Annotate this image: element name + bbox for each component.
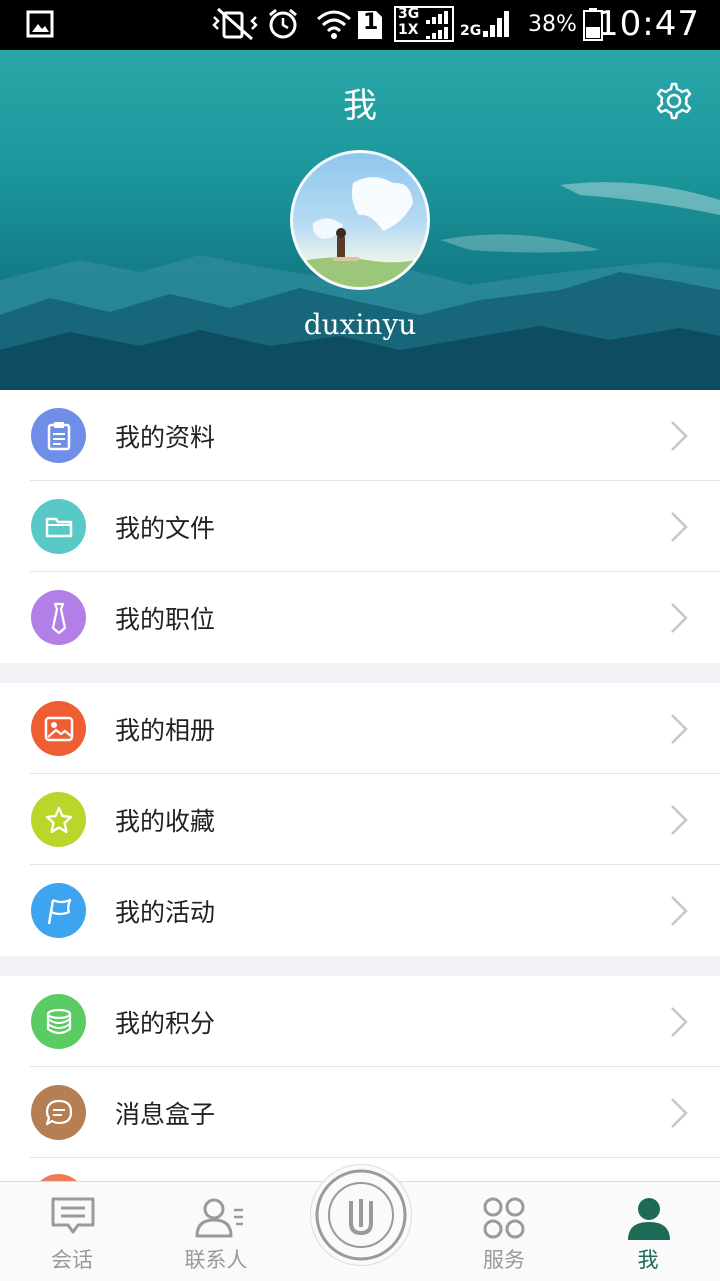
university-logo-icon[interactable]	[310, 1164, 412, 1266]
folder-icon	[31, 499, 86, 554]
star-icon	[31, 792, 86, 847]
clipboard-icon	[31, 408, 86, 463]
chevron-right-icon	[671, 1007, 688, 1037]
tie-icon	[31, 590, 86, 645]
section-gap	[0, 663, 720, 683]
signal-icon: 2G	[460, 6, 511, 42]
section-gap	[0, 956, 720, 976]
menu-group-2: 我的相册 我的收藏 我的活动	[0, 683, 720, 956]
menu-item-album[interactable]: 我的相册	[0, 683, 720, 774]
menu-group-3: 我的积分 消息盒子	[0, 976, 720, 1229]
alarm-icon	[266, 6, 300, 42]
chat-icon	[51, 1197, 95, 1234]
network-2g-label: 2G	[460, 23, 482, 39]
menu-label: 我的积分	[115, 1009, 216, 1038]
contacts-icon	[195, 1198, 243, 1238]
menu-label: 消息盒子	[115, 1100, 216, 1129]
menu-item-messages[interactable]: 消息盒子	[0, 1067, 720, 1158]
nav-label: 我	[637, 1248, 659, 1272]
menu-item-files[interactable]: 我的文件	[0, 481, 720, 572]
chevron-right-icon	[671, 896, 688, 926]
sim-number: 1	[363, 10, 379, 35]
nav-label: 服务	[483, 1248, 525, 1272]
message-icon	[31, 1085, 86, 1140]
menu-label: 我的收藏	[115, 807, 216, 836]
chevron-right-icon	[671, 714, 688, 744]
wifi-icon	[314, 6, 354, 42]
menu-label: 我的文件	[115, 514, 216, 543]
network-3g-label: 3G	[398, 6, 420, 22]
menu-label: 我的活动	[115, 898, 216, 927]
nav-tab-me[interactable]: 我	[598, 1182, 698, 1281]
gear-icon[interactable]	[650, 80, 694, 124]
menu-group-1: 我的资料 我的文件 我的职位	[0, 390, 720, 663]
menu-item-profile[interactable]: 我的资料	[0, 390, 720, 481]
username: duxinyu	[303, 308, 417, 341]
menu-item-favorites[interactable]: 我的收藏	[0, 774, 720, 865]
bottom-nav: 会话 联系人 服务 我	[0, 1164, 720, 1281]
nav-tab-chat[interactable]: 会话	[22, 1182, 122, 1281]
page-title: 我	[343, 86, 377, 126]
network-1x-label: 1X	[398, 22, 419, 38]
person-icon	[628, 1198, 670, 1240]
profile-header: 我 duxinyu	[0, 50, 720, 390]
nav-tab-contacts[interactable]: 联系人	[166, 1182, 266, 1281]
mute-vibrate-icon	[210, 6, 260, 42]
chevron-right-icon	[671, 512, 688, 542]
menu-item-activities[interactable]: 我的活动	[0, 865, 720, 956]
menu-item-points[interactable]: 我的积分	[0, 976, 720, 1067]
photo-icon	[31, 701, 86, 756]
network-indicator: 3G 1X	[394, 6, 454, 42]
coins-icon	[31, 994, 86, 1049]
chevron-right-icon	[671, 805, 688, 835]
nav-label: 会话	[51, 1248, 93, 1272]
clock: 10:47	[597, 4, 700, 44]
battery-indicator: 38%	[528, 6, 603, 42]
menu-label: 我的资料	[115, 423, 216, 452]
image-icon	[26, 10, 54, 38]
avatar[interactable]	[290, 150, 430, 290]
chevron-right-icon	[671, 603, 688, 633]
menu-label: 我的相册	[115, 716, 216, 745]
sim-icon: 1	[356, 6, 384, 42]
flag-icon	[31, 883, 86, 938]
status-bar: 1 3G 1X 2G 38% 10:47	[0, 0, 720, 50]
services-icon	[483, 1197, 525, 1239]
menu-list: 我的资料 我的文件 我的职位 我的相册 我的收藏 我的活动 我的积分 消息盒子	[0, 390, 720, 1229]
chevron-right-icon	[671, 1098, 688, 1128]
menu-label: 我的职位	[115, 605, 216, 634]
battery-percent: 38%	[528, 11, 577, 37]
nav-label: 联系人	[184, 1248, 248, 1272]
menu-item-position[interactable]: 我的职位	[0, 572, 720, 663]
chevron-right-icon	[671, 421, 688, 451]
nav-tab-services[interactable]: 服务	[454, 1182, 554, 1281]
